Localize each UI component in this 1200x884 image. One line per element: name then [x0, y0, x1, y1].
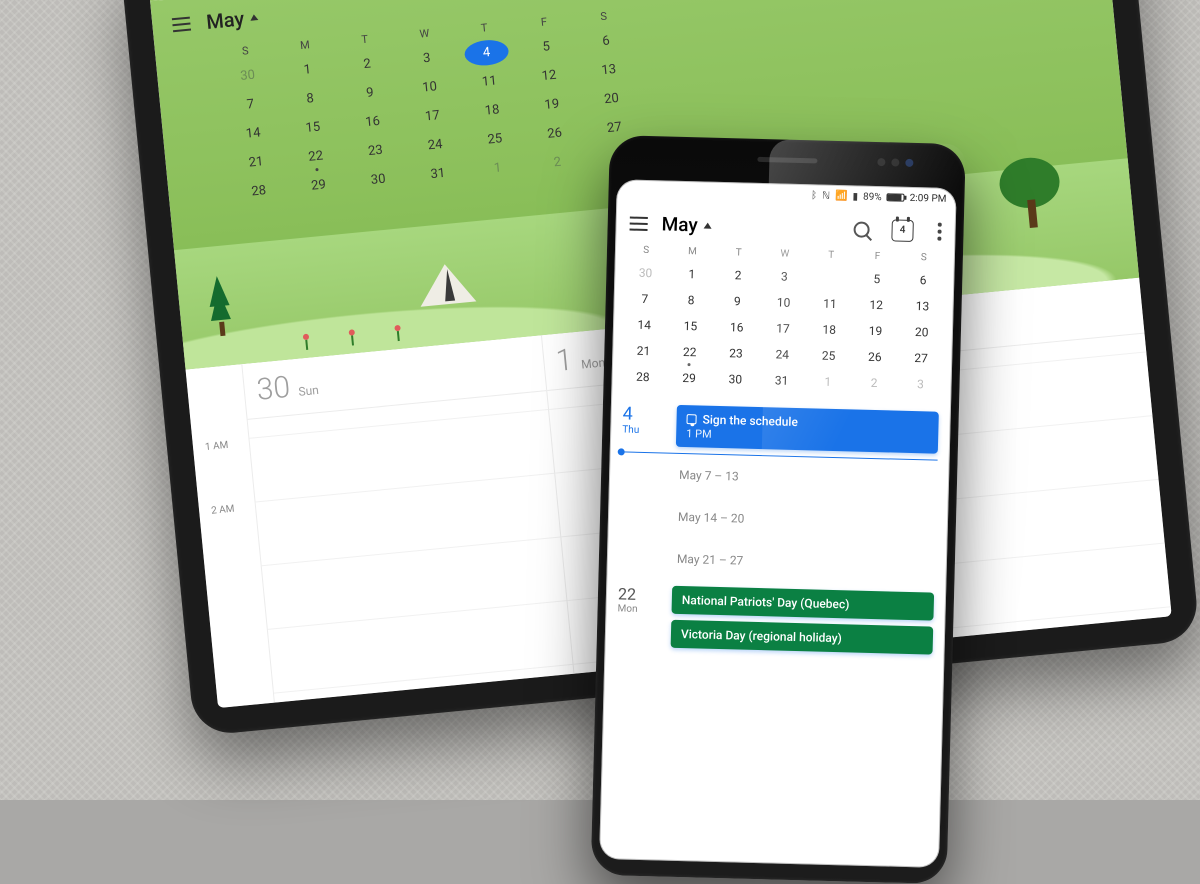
calendar-day[interactable]: 4 [807, 264, 854, 291]
dow-label: W [762, 244, 809, 264]
calendar-day[interactable]: 16 [713, 314, 760, 341]
calendar-day[interactable]: 25 [805, 342, 852, 369]
caret-up-icon [704, 222, 712, 228]
calendar-day[interactable]: 10 [760, 289, 807, 316]
month-picker[interactable]: May [661, 212, 712, 236]
phone-device: ᛒ ℕ 📶 ▮ 89% 2:09 PM May 4 SMTWTFS3012345… [591, 135, 966, 884]
agenda-day-label: Mon [581, 355, 606, 371]
empty-range[interactable]: May 21 – 27 [673, 544, 936, 581]
menu-icon[interactable] [630, 216, 648, 230]
agenda-day-number: 30 [255, 370, 291, 408]
event-title: Victoria Day (regional holiday) [681, 627, 842, 645]
calendar-day[interactable]: 2 [715, 262, 762, 289]
wifi-icon: 📶 [835, 190, 848, 201]
phone-speaker [757, 157, 817, 164]
calendar-day[interactable]: 31 [758, 367, 805, 394]
calendar-day[interactable]: 12 [853, 291, 900, 318]
calendar-day[interactable]: 26 [851, 343, 898, 370]
phone-agenda[interactable]: 4Thu Sign the schedule1 PM May 7 – 13 May 1… [599, 397, 951, 868]
calendar-day[interactable]: 31 [407, 157, 470, 192]
calendar-day[interactable]: 22 [666, 339, 713, 366]
calendar-day[interactable]: 14 [621, 311, 668, 338]
caret-up-icon [250, 14, 259, 21]
holiday-card[interactable]: Victoria Day (regional holiday) [671, 620, 934, 655]
agenda-day-number: 1 [554, 343, 574, 379]
phone-month-grid: SMTWTFS301234567891011121314151617181920… [611, 240, 955, 398]
dow-label: F [854, 246, 901, 266]
calendar-day[interactable]: 9 [714, 288, 761, 315]
calendar-day[interactable]: 24 [759, 341, 806, 368]
status-time: 2:09 PM [910, 192, 947, 204]
today-button[interactable]: 4 [891, 219, 914, 242]
agenda-date: 22Mon [617, 584, 662, 615]
calendar-day[interactable]: 28 [228, 174, 291, 209]
calendar-day[interactable]: 30 [347, 162, 410, 197]
search-icon[interactable] [853, 221, 869, 237]
calendar-day[interactable]: 3 [897, 371, 944, 398]
calendar-day[interactable]: 13 [899, 293, 946, 320]
calendar-day[interactable]: 1 [668, 261, 715, 288]
calendar-day[interactable]: 29 [287, 168, 350, 203]
calendar-day[interactable]: 30 [712, 366, 759, 393]
event-title: National Patriots' Day (Quebec) [682, 593, 850, 611]
time-label: 2 AM [199, 502, 261, 571]
dow-label: M [669, 242, 716, 262]
calendar-day[interactable]: 2 [526, 145, 589, 180]
calendar-day[interactable]: 23 [713, 340, 760, 367]
overflow-menu-icon[interactable] [938, 229, 942, 233]
calendar-day[interactable]: 29 [666, 365, 713, 392]
battery-icon [887, 193, 905, 201]
empty-range[interactable]: May 14 – 20 [674, 502, 937, 539]
calendar-day[interactable]: 20 [898, 319, 945, 346]
calendar-day[interactable]: 7 [621, 285, 668, 312]
calendar-day[interactable]: 3 [761, 263, 808, 290]
month-label: May [205, 6, 245, 34]
time-label: 1 AM [193, 438, 255, 507]
calendar-day[interactable]: 21 [620, 337, 667, 364]
calendar-day[interactable]: 8 [668, 287, 715, 314]
battery-pct: 89% [863, 191, 882, 202]
menu-icon[interactable] [172, 17, 191, 33]
signal-icon: ▮ [852, 191, 858, 202]
calendar-day[interactable]: 18 [806, 316, 853, 343]
calendar-day[interactable]: 11 [806, 290, 853, 317]
holiday-card[interactable]: National Patriots' Day (Quebec) [671, 586, 934, 621]
month-label: May [661, 212, 698, 236]
empty-range[interactable]: May 7 – 13 [675, 460, 938, 497]
calendar-day[interactable]: 15 [667, 313, 714, 340]
month-picker[interactable]: May [205, 5, 259, 34]
nfc-icon: ℕ [822, 190, 830, 201]
reminder-icon [686, 414, 696, 424]
calendar-day[interactable]: 17 [760, 315, 807, 342]
calendar-day[interactable]: 27 [898, 345, 945, 372]
calendar-day[interactable]: 19 [852, 317, 899, 344]
calendar-day[interactable]: 30 [622, 259, 669, 286]
bluetooth-icon: ᛒ [811, 190, 817, 201]
agenda-day-label: Sun [298, 383, 320, 399]
event-card[interactable]: Sign the schedule1 PM [676, 405, 939, 454]
dow-label: T [808, 245, 855, 265]
dow-label: S [623, 240, 670, 260]
phone-sensors [877, 158, 885, 166]
calendar-day[interactable]: 6 [900, 267, 947, 294]
phone-screen: ᛒ ℕ 📶 ▮ 89% 2:09 PM May 4 SMTWTFS3012345… [599, 179, 957, 868]
calendar-day[interactable]: 2 [851, 369, 898, 396]
dow-label: S [900, 248, 947, 268]
event-title: Sign the schedule [702, 413, 798, 429]
agenda-date: 4Thu [622, 403, 667, 436]
calendar-day[interactable]: 28 [619, 363, 666, 390]
calendar-day[interactable]: 1 [804, 368, 851, 395]
calendar-day[interactable]: 5 [853, 265, 900, 292]
calendar-day[interactable]: 1 [466, 151, 529, 186]
agenda-day-column[interactable]: 30 Sun [241, 335, 573, 702]
dow-label: T [715, 243, 762, 263]
